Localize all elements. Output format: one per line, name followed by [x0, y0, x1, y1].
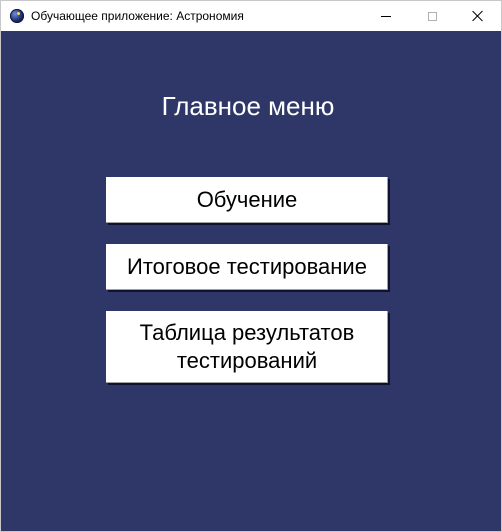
- close-button[interactable]: [455, 1, 501, 31]
- window-title: Обучающее приложение: Астрономия: [31, 9, 244, 23]
- app-window: Обучающее приложение: Астрономия Главное…: [0, 0, 502, 532]
- minimize-icon: [381, 15, 391, 17]
- learning-button-label: Обучение: [196, 187, 298, 212]
- maximize-button[interactable]: [409, 1, 455, 31]
- page-title: Главное меню: [161, 91, 335, 121]
- final-test-button[interactable]: Итоговое тестирование: [106, 244, 388, 290]
- learning-button[interactable]: Обучение: [106, 177, 388, 223]
- maximize-icon: [427, 11, 437, 21]
- minimize-button[interactable]: [363, 1, 409, 31]
- results-table-button[interactable]: Таблица результатов тестирований: [106, 311, 388, 383]
- final-test-button-label: Итоговое тестирование: [127, 254, 367, 279]
- main-menu-panel: Главное меню Обучение Итоговое тестирова…: [1, 31, 501, 531]
- astronomy-app-icon[interactable]: [10, 9, 24, 23]
- title-bar[interactable]: Обучающее приложение: Астрономия: [1, 1, 501, 31]
- results-table-button-label: Таблица результатов тестирований: [139, 320, 355, 373]
- close-icon: [472, 10, 484, 22]
